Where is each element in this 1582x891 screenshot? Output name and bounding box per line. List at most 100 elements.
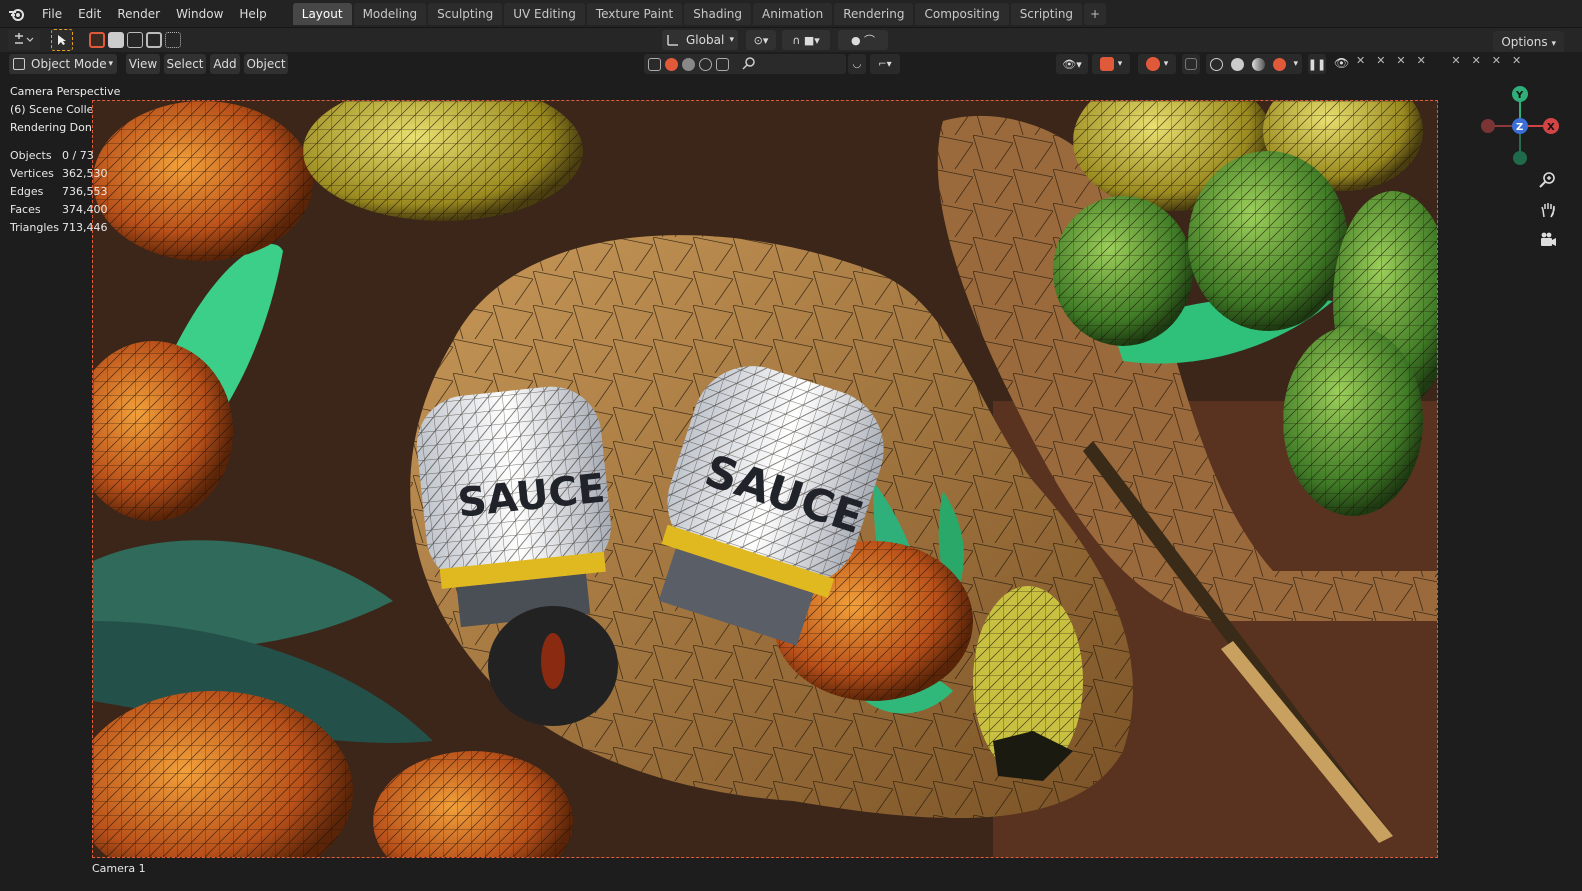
menu-edit[interactable]: Edit bbox=[70, 0, 109, 28]
world-filter-icon[interactable] bbox=[699, 57, 712, 71]
gizmo-icon bbox=[1099, 57, 1114, 71]
view-menu[interactable]: View bbox=[126, 54, 160, 74]
stat-value: 736,553 bbox=[62, 185, 108, 198]
rendered-shading-icon[interactable] bbox=[1272, 57, 1286, 71]
editor-type-button[interactable] bbox=[8, 30, 40, 50]
tab-sculpting[interactable]: Sculpting bbox=[428, 2, 503, 25]
proportional-edit-icon: ● ⌒ bbox=[850, 34, 876, 47]
menu-file[interactable]: File bbox=[34, 0, 70, 28]
gizmos-dropdown[interactable]: ▾ bbox=[1092, 54, 1130, 74]
stat-label: Faces bbox=[10, 203, 41, 216]
navigation-gizmo[interactable]: Y X Z bbox=[1476, 82, 1564, 170]
visibility-dropdown[interactable]: 👁▾ bbox=[1056, 54, 1088, 74]
camera-frame[interactable]: SAUCE SAUCE bbox=[92, 100, 1438, 858]
eye-visibility-icon[interactable]: 👁 bbox=[1334, 56, 1349, 70]
select-mode-extend-icon[interactable] bbox=[108, 32, 124, 48]
camera-filter-icon[interactable] bbox=[716, 57, 729, 71]
stat-row: Objects 0 / 73 bbox=[10, 147, 108, 165]
restrict-toggles[interactable]: ✕✕✕✕ ✕✕✕✕ bbox=[1356, 54, 1556, 74]
eye-icon: 👁▾ bbox=[1062, 57, 1082, 71]
tool-settings-bar: Global ▾ ⊙▾ ∩ ■▾ ● ⌒ Options ▾ bbox=[0, 28, 1582, 55]
scene-statistics: Objects 0 / 73 Vertices 362,530 Edges 736,5… bbox=[10, 147, 108, 237]
pan-hand-icon[interactable] bbox=[1536, 198, 1560, 222]
select-mode-subtract-icon[interactable] bbox=[127, 32, 143, 48]
tab-animation[interactable]: Animation bbox=[753, 2, 833, 25]
rendered-scene: SAUCE SAUCE bbox=[93, 101, 1437, 857]
select-menu[interactable]: Select bbox=[164, 54, 206, 74]
particles-filter-icon[interactable] bbox=[682, 57, 695, 71]
z-axis-label: Z bbox=[1516, 122, 1523, 133]
light-filter-icon[interactable] bbox=[665, 57, 678, 71]
menu-render[interactable]: Render bbox=[109, 0, 168, 28]
y-axis-label: Y bbox=[1515, 90, 1524, 101]
stat-label: Edges bbox=[10, 185, 44, 198]
orientation-label: Global bbox=[686, 33, 725, 47]
top-bar: File Edit Render Window Help Layout Mode… bbox=[0, 0, 1582, 28]
chevron-down-icon: ▾ bbox=[1551, 39, 1556, 49]
menu-window[interactable]: Window bbox=[168, 0, 231, 28]
chevron-down-icon: ▾ bbox=[108, 59, 113, 69]
object-mode-icon bbox=[13, 58, 25, 70]
object-menu[interactable]: Object bbox=[244, 54, 288, 74]
wireframe-shading-icon[interactable] bbox=[1209, 57, 1223, 71]
magnet-icon: ∩ ■▾ bbox=[792, 33, 820, 47]
tab-uv-editing[interactable]: UV Editing bbox=[504, 2, 585, 25]
add-menu[interactable]: Add bbox=[210, 54, 240, 74]
viewport-perspective-label: Camera Perspective bbox=[10, 85, 121, 98]
pivot-point-dropdown[interactable]: ⊙▾ bbox=[746, 30, 776, 50]
x-axis-label: X bbox=[1547, 122, 1555, 133]
falloff-dropdown[interactable]: ⌐▾ bbox=[870, 54, 900, 74]
menu-help[interactable]: Help bbox=[231, 0, 274, 28]
tab-layout[interactable]: Layout bbox=[292, 2, 352, 25]
camera-view-icon[interactable] bbox=[1536, 228, 1560, 252]
overlays-dropdown[interactable]: ▾ bbox=[1138, 54, 1176, 74]
tab-modeling[interactable]: Modeling bbox=[353, 2, 427, 25]
orientation-icon bbox=[667, 35, 678, 46]
xray-toggle-icon[interactable] bbox=[1182, 54, 1200, 74]
select-tool-button[interactable] bbox=[51, 29, 73, 51]
stat-label: Vertices bbox=[10, 167, 54, 180]
add-workspace-button[interactable]: + bbox=[1084, 2, 1107, 25]
camera-name-label: Camera 1 bbox=[92, 862, 146, 875]
shading-modes: ▾ bbox=[1206, 54, 1302, 74]
select-mode-new-icon[interactable] bbox=[89, 32, 105, 48]
viewport-header: Object Mode ▾ View Select Add Object ◡ ⌐… bbox=[0, 52, 1582, 76]
tab-rendering[interactable]: Rendering bbox=[834, 2, 914, 25]
pause-render-icon[interactable]: ❚❚ bbox=[1308, 54, 1326, 74]
pivot-icon: ⊙▾ bbox=[753, 33, 769, 47]
mode-dropdown[interactable]: Object Mode ▾ bbox=[9, 54, 117, 74]
stat-row: Edges 736,553 bbox=[10, 183, 108, 201]
proportional-edit-dropdown[interactable]: ● ⌒ bbox=[838, 30, 888, 50]
stat-value: 374,400 bbox=[62, 203, 108, 216]
solid-shading-icon[interactable] bbox=[1230, 57, 1244, 71]
chevron-down-icon: ▾ bbox=[729, 35, 734, 45]
overlays-icon bbox=[1145, 57, 1160, 71]
tab-shading[interactable]: Shading bbox=[684, 2, 751, 25]
select-mode-invert-icon[interactable] bbox=[146, 32, 162, 48]
stat-row: Triangles 713,446 bbox=[10, 219, 108, 237]
select-mode-intersect-icon[interactable] bbox=[165, 32, 181, 48]
chevron-down-icon[interactable]: ▾ bbox=[1294, 59, 1299, 69]
stat-row: Faces 374,400 bbox=[10, 201, 108, 219]
stat-value: 362,530 bbox=[62, 167, 108, 180]
material-shading-icon[interactable] bbox=[1251, 57, 1265, 71]
stat-label: Objects bbox=[10, 149, 52, 162]
zoom-icon[interactable] bbox=[1536, 168, 1560, 192]
options-label: Options bbox=[1501, 35, 1548, 49]
tab-compositing[interactable]: Compositing bbox=[915, 2, 1009, 25]
mesh-filter-icon[interactable] bbox=[648, 57, 661, 71]
stat-value: 0 / 73 bbox=[62, 149, 94, 162]
tab-scripting[interactable]: Scripting bbox=[1010, 2, 1083, 25]
editor-type-icon bbox=[15, 33, 34, 44]
cursor-arrow-icon bbox=[58, 35, 66, 45]
search-field[interactable] bbox=[760, 54, 846, 74]
transform-orientation-dropdown[interactable]: Global ▾ bbox=[662, 30, 738, 50]
snapping-dropdown[interactable]: ∩ ■▾ bbox=[782, 30, 830, 50]
viewport-status-label: Rendering Done bbox=[10, 121, 99, 134]
stat-row: Vertices 362,530 bbox=[10, 165, 108, 183]
search-icon[interactable] bbox=[742, 56, 756, 73]
tab-texture-paint[interactable]: Texture Paint bbox=[586, 2, 683, 25]
curve-falloff-icon[interactable]: ◡ bbox=[848, 54, 866, 74]
stat-value: 713,446 bbox=[62, 221, 108, 234]
blender-logo-icon[interactable] bbox=[0, 0, 34, 28]
